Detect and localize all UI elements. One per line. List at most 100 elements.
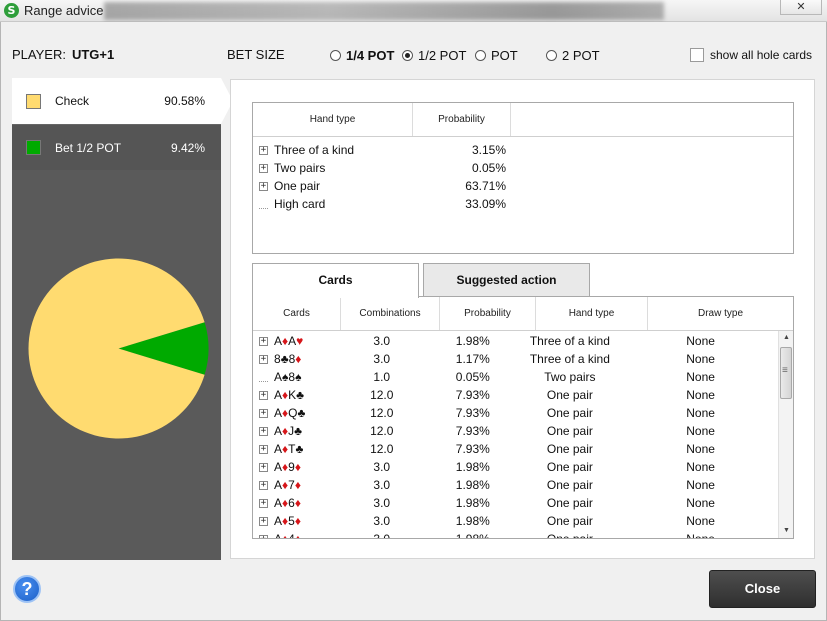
tab-cards[interactable]: Cards bbox=[252, 263, 419, 298]
column-header-combinations[interactable]: Combinations bbox=[341, 297, 440, 330]
expand-plus-icon[interactable]: + bbox=[259, 354, 268, 364]
draw-type-cell: None bbox=[686, 370, 715, 384]
expand-plus-icon[interactable]: + bbox=[259, 516, 268, 526]
hole-cards: A♦9♦ bbox=[274, 460, 301, 474]
column-header-draw-type[interactable]: Draw type bbox=[648, 297, 793, 330]
card-row[interactable]: + A♦J♣ 12.0 7.93% One pair None bbox=[259, 422, 779, 440]
card-rank: 9 bbox=[288, 460, 295, 474]
help-icon[interactable]: ? bbox=[13, 575, 41, 603]
hand-type-cell: One pair bbox=[546, 514, 593, 528]
probability-cell: 1.17% bbox=[455, 352, 490, 366]
column-header-hand-type[interactable]: Hand type bbox=[536, 297, 648, 330]
window-close-button[interactable]: ✕ bbox=[780, 0, 822, 15]
expand-plus-icon[interactable]: + bbox=[259, 534, 268, 538]
column-header-filler bbox=[511, 103, 793, 136]
expand-plus-icon[interactable]: + bbox=[259, 408, 268, 418]
bet-size-option-label: 1/2 POT bbox=[418, 48, 467, 63]
probability-cell: 7.93% bbox=[455, 406, 490, 420]
card-suit-icon: ♦ bbox=[294, 514, 301, 528]
hole-cards: A♦6♦ bbox=[274, 496, 301, 510]
probability-cell: 1.98% bbox=[455, 478, 490, 492]
column-header-hand-type[interactable]: Hand type bbox=[253, 103, 413, 136]
hand-type-name: Three of a kind bbox=[274, 143, 355, 157]
card-suit-icon: ♠ bbox=[295, 370, 302, 384]
probability-cell: 1.98% bbox=[455, 334, 490, 348]
expand-plus-icon[interactable]: + bbox=[259, 145, 268, 155]
action-item-bet-half-pot[interactable]: Bet 1/2 POT 9.42% bbox=[12, 124, 221, 170]
close-button[interactable]: Close bbox=[709, 570, 816, 608]
card-rank: 7 bbox=[288, 478, 295, 492]
scroll-up-arrow-icon[interactable]: ▲ bbox=[779, 331, 793, 345]
combinations-cell: 12.0 bbox=[370, 442, 394, 456]
expand-plus-icon[interactable]: + bbox=[259, 390, 268, 400]
radio-circle-icon bbox=[330, 50, 341, 61]
card-combo: + A♦Q♣ bbox=[259, 406, 336, 420]
card-row[interactable]: A♠8♠ 1.0 0.05% Two pairs None bbox=[259, 368, 779, 386]
column-header-probability[interactable]: Probability bbox=[440, 297, 536, 330]
combinations-cell: 12.0 bbox=[370, 406, 394, 420]
bet-color-swatch bbox=[26, 140, 41, 155]
expand-plus-icon[interactable]: + bbox=[259, 181, 268, 191]
tab-suggested-action[interactable]: Suggested action bbox=[423, 263, 590, 297]
action-item-check[interactable]: Check 90.58% bbox=[12, 78, 221, 124]
card-suit-icon: ♣ bbox=[296, 388, 305, 402]
probability-cell: 1.98% bbox=[455, 460, 490, 474]
hand-type-cell: One pair bbox=[546, 532, 593, 539]
hand-type-row[interactable]: High card 33.09% bbox=[259, 195, 789, 213]
draw-type-cell: None bbox=[686, 532, 715, 539]
probability-cell: 7.93% bbox=[455, 442, 490, 456]
card-row[interactable]: + A♦T♣ 12.0 7.93% One pair None bbox=[259, 440, 779, 458]
cards-vertical-scrollbar[interactable]: ▲ ▼ bbox=[778, 331, 793, 538]
card-combo: + A♦J♣ bbox=[259, 424, 336, 438]
hole-cards: A♦5♦ bbox=[274, 514, 301, 528]
combinations-cell: 3.0 bbox=[373, 532, 391, 539]
card-row[interactable]: + A♦4♦ 3.0 1.98% One pair None bbox=[259, 530, 779, 539]
card-row[interactable]: + A♦5♦ 3.0 1.98% One pair None bbox=[259, 512, 779, 530]
hole-cards: A♦Q♣ bbox=[274, 406, 305, 420]
bet-size-radio-quarter-pot[interactable]: 1/4 POT bbox=[330, 48, 394, 63]
column-header-probability[interactable]: Probability bbox=[413, 103, 511, 136]
hand-type-row[interactable]: + Two pairs 0.05% bbox=[259, 159, 789, 177]
expand-plus-icon[interactable]: + bbox=[259, 336, 268, 346]
card-row[interactable]: + A♦9♦ 3.0 1.98% One pair None bbox=[259, 458, 779, 476]
combinations-cell: 12.0 bbox=[370, 388, 394, 402]
expand-plus-icon[interactable]: + bbox=[259, 498, 268, 508]
scroll-thumb[interactable] bbox=[780, 347, 792, 399]
expand-plus-icon[interactable]: + bbox=[259, 163, 268, 173]
combinations-cell: 1.0 bbox=[373, 370, 391, 384]
card-combo: + A♦T♣ bbox=[259, 442, 336, 456]
bet-size-option-label: 2 POT bbox=[562, 48, 600, 63]
expand-plus-icon[interactable]: + bbox=[259, 462, 268, 472]
hand-type-row[interactable]: + Three of a kind 3.15% bbox=[259, 141, 789, 159]
bet-size-radio-half-pot[interactable]: 1/2 POT bbox=[402, 48, 466, 63]
bet-size-option-label: 1/4 POT bbox=[346, 48, 395, 63]
bet-size-radio-pot[interactable]: POT bbox=[475, 48, 518, 63]
hand-type-cell: One pair bbox=[546, 406, 593, 420]
check-color-swatch bbox=[26, 93, 41, 109]
show-all-hole-cards-checkbox[interactable]: show all hole cards bbox=[690, 48, 812, 62]
hand-type-row[interactable]: + One pair 63.71% bbox=[259, 177, 789, 195]
card-row[interactable]: + A♦7♦ 3.0 1.98% One pair None bbox=[259, 476, 779, 494]
hole-cards: A♦K♣ bbox=[274, 388, 304, 402]
expand-plus-icon[interactable]: + bbox=[259, 444, 268, 454]
scroll-down-arrow-icon[interactable]: ▼ bbox=[779, 524, 793, 538]
expand-plus-icon[interactable]: + bbox=[259, 426, 268, 436]
radio-selected-icon bbox=[402, 50, 413, 61]
combinations-cell: 3.0 bbox=[373, 334, 391, 348]
bet-size-radio-2-pot[interactable]: 2 POT bbox=[546, 48, 600, 63]
action-pie-chart bbox=[28, 258, 209, 439]
combinations-cell: 12.0 bbox=[370, 424, 394, 438]
hand-type-cell: Three of a kind bbox=[529, 352, 610, 366]
action-label: Check bbox=[55, 94, 90, 108]
window-title: Range advice bbox=[24, 3, 104, 18]
card-row[interactable]: + A♦6♦ 3.0 1.98% One pair None bbox=[259, 494, 779, 512]
action-percent: 90.58% bbox=[164, 94, 205, 108]
card-row[interactable]: + A♦Q♣ 12.0 7.93% One pair None bbox=[259, 404, 779, 422]
card-row[interactable]: +8♣8♦ 3.0 1.17% Three of a kind None bbox=[259, 350, 779, 368]
card-row[interactable]: + A♦A♥ 3.0 1.98% Three of a kind None bbox=[259, 332, 779, 350]
hole-cards: 8♣8♦ bbox=[274, 352, 301, 366]
expand-plus-icon[interactable]: + bbox=[259, 480, 268, 490]
card-row[interactable]: + A♦K♣ 12.0 7.93% One pair None bbox=[259, 386, 779, 404]
column-header-cards[interactable]: Cards bbox=[253, 297, 341, 330]
card-suit-icon: ♦ bbox=[294, 496, 301, 510]
